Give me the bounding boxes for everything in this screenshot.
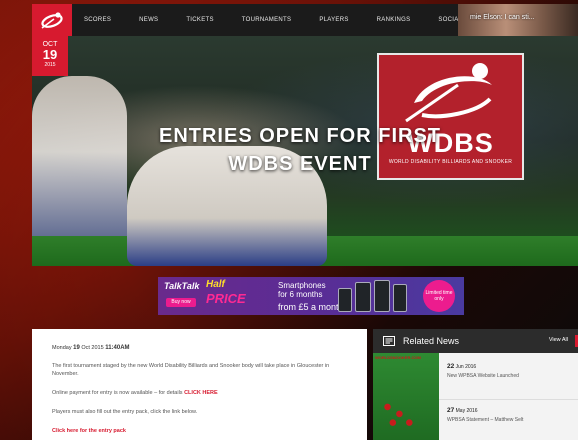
site-logo[interactable] — [32, 4, 72, 36]
related-news-title: Related News — [403, 336, 460, 346]
article-paragraph-3: Players must also fill out the entry pac… — [52, 409, 198, 415]
nav-tournaments[interactable]: TOURNAMENTS — [242, 17, 292, 23]
hero-banner: OCT 19 2015 WDBS WORLD DISABILITY BILLIA… — [32, 36, 578, 266]
ad-copy: Smartphones for 6 months — [278, 281, 326, 299]
news-item-date: 27 May 2016 — [447, 407, 575, 414]
payment-link[interactable]: CLICK HERE — [184, 390, 218, 396]
hero-headline-line-2: WDBS EVENT — [228, 153, 372, 175]
ad-price: from £5 a month — [278, 302, 344, 312]
ad-limited-badge: Limited time only — [423, 280, 455, 312]
nav-news[interactable]: NEWS — [139, 17, 158, 23]
article-paragraph-4: Click here for the entry pack — [52, 427, 347, 435]
ad-half-text: Half — [206, 279, 225, 290]
nav-menu: SCORES NEWS TICKETS TOURNAMENTS PLAYERS … — [72, 4, 478, 36]
hero-headline-line-1: ENTRIES OPEN FOR FIRST — [158, 125, 442, 147]
news-item-title[interactable]: WPBSA Statement – Matthew Selt — [447, 417, 575, 423]
article-paragraph-2-text: Online payment for entry is now availabl… — [52, 390, 185, 396]
news-divider — [439, 399, 578, 400]
date-badge: OCT 19 2015 — [32, 36, 68, 76]
article-month-year: Oct 2015 — [81, 345, 104, 351]
phone-image — [374, 280, 390, 312]
article-date: Monday 19 Oct 2015 11:40AM — [52, 345, 347, 351]
article-paragraph-1: The first tournament staged by the new W… — [52, 363, 330, 377]
date-year: 2015 — [44, 62, 56, 68]
hero-headline[interactable]: ENTRIES OPEN FOR FIRST WDBS EVENT — [120, 122, 480, 178]
related-news-item[interactable]: 27 May 2016 WPBSA Statement – Matthew Se… — [447, 407, 575, 423]
article-day-name: Monday — [52, 345, 72, 351]
phone-image — [355, 282, 371, 312]
ad-copy-line-1: Smartphones — [278, 281, 326, 290]
nav-tickets[interactable]: TICKETS — [186, 17, 213, 23]
nav-players[interactable]: PLAYERS — [319, 17, 348, 23]
phone-image — [393, 284, 407, 312]
article-body: Monday 19 Oct 2015 11:40AM The first tou… — [32, 329, 367, 440]
wdbs-logo-icon — [404, 63, 492, 123]
ad-copy-line-2: for 6 months — [278, 290, 323, 299]
news-item-title[interactable]: New WPBSA Website Launched — [447, 373, 575, 379]
nav-rankings[interactable]: RANKINGS — [377, 17, 411, 23]
ad-half-price: Half PRICE — [206, 279, 278, 313]
ad-buy-now-button[interactable]: Buy now — [166, 298, 196, 307]
featured-story-title[interactable]: mie Elson: I can sti... — [470, 14, 535, 21]
featured-story-thumbnail[interactable]: mie Elson: I can sti... — [458, 4, 578, 36]
ad-brand: TalkTalk — [164, 281, 200, 291]
related-news-header: Related News View All — [373, 329, 578, 353]
news-icon — [383, 336, 395, 346]
advertisement-banner[interactable]: TalkTalk Buy now Half PRICE Smartphones … — [158, 277, 464, 315]
article-paragraph-2: Online payment for entry is now availabl… — [52, 389, 347, 397]
news-item-day: 22 — [447, 363, 455, 370]
news-item-day: 27 — [447, 407, 455, 414]
nav-scores[interactable]: SCORES — [84, 17, 111, 23]
ad-price-text: PRICE — [206, 291, 246, 306]
top-navigation: SCORES NEWS TICKETS TOURNAMENTS PLAYERS … — [32, 4, 578, 36]
related-news-item[interactable]: 22 Jun 2016 New WPBSA Website Launched — [447, 363, 575, 379]
related-thumbnail-caption: WORLDSNOOKER.COM — [375, 355, 421, 360]
article-day: 19 — [73, 345, 80, 351]
news-item-date: 22 Jun 2016 — [447, 363, 575, 370]
news-item-month-year: Jun 2016 — [455, 364, 477, 370]
date-day: 19 — [42, 47, 58, 62]
related-news-panel: Related News View All WORLDSNOOKER.COM 2… — [373, 329, 578, 440]
ad-phones-image — [338, 280, 408, 312]
article-time: 11:40AM — [105, 345, 130, 351]
snooker-logo-icon — [41, 12, 63, 29]
news-item-month-year: May 2016 — [455, 408, 478, 414]
view-all-link[interactable]: View All — [549, 337, 568, 343]
related-news-thumbnail[interactable]: WORLDSNOOKER.COM — [373, 353, 439, 440]
phone-image — [338, 288, 352, 312]
entry-pack-link[interactable]: Click here for the entry pack — [52, 428, 126, 434]
